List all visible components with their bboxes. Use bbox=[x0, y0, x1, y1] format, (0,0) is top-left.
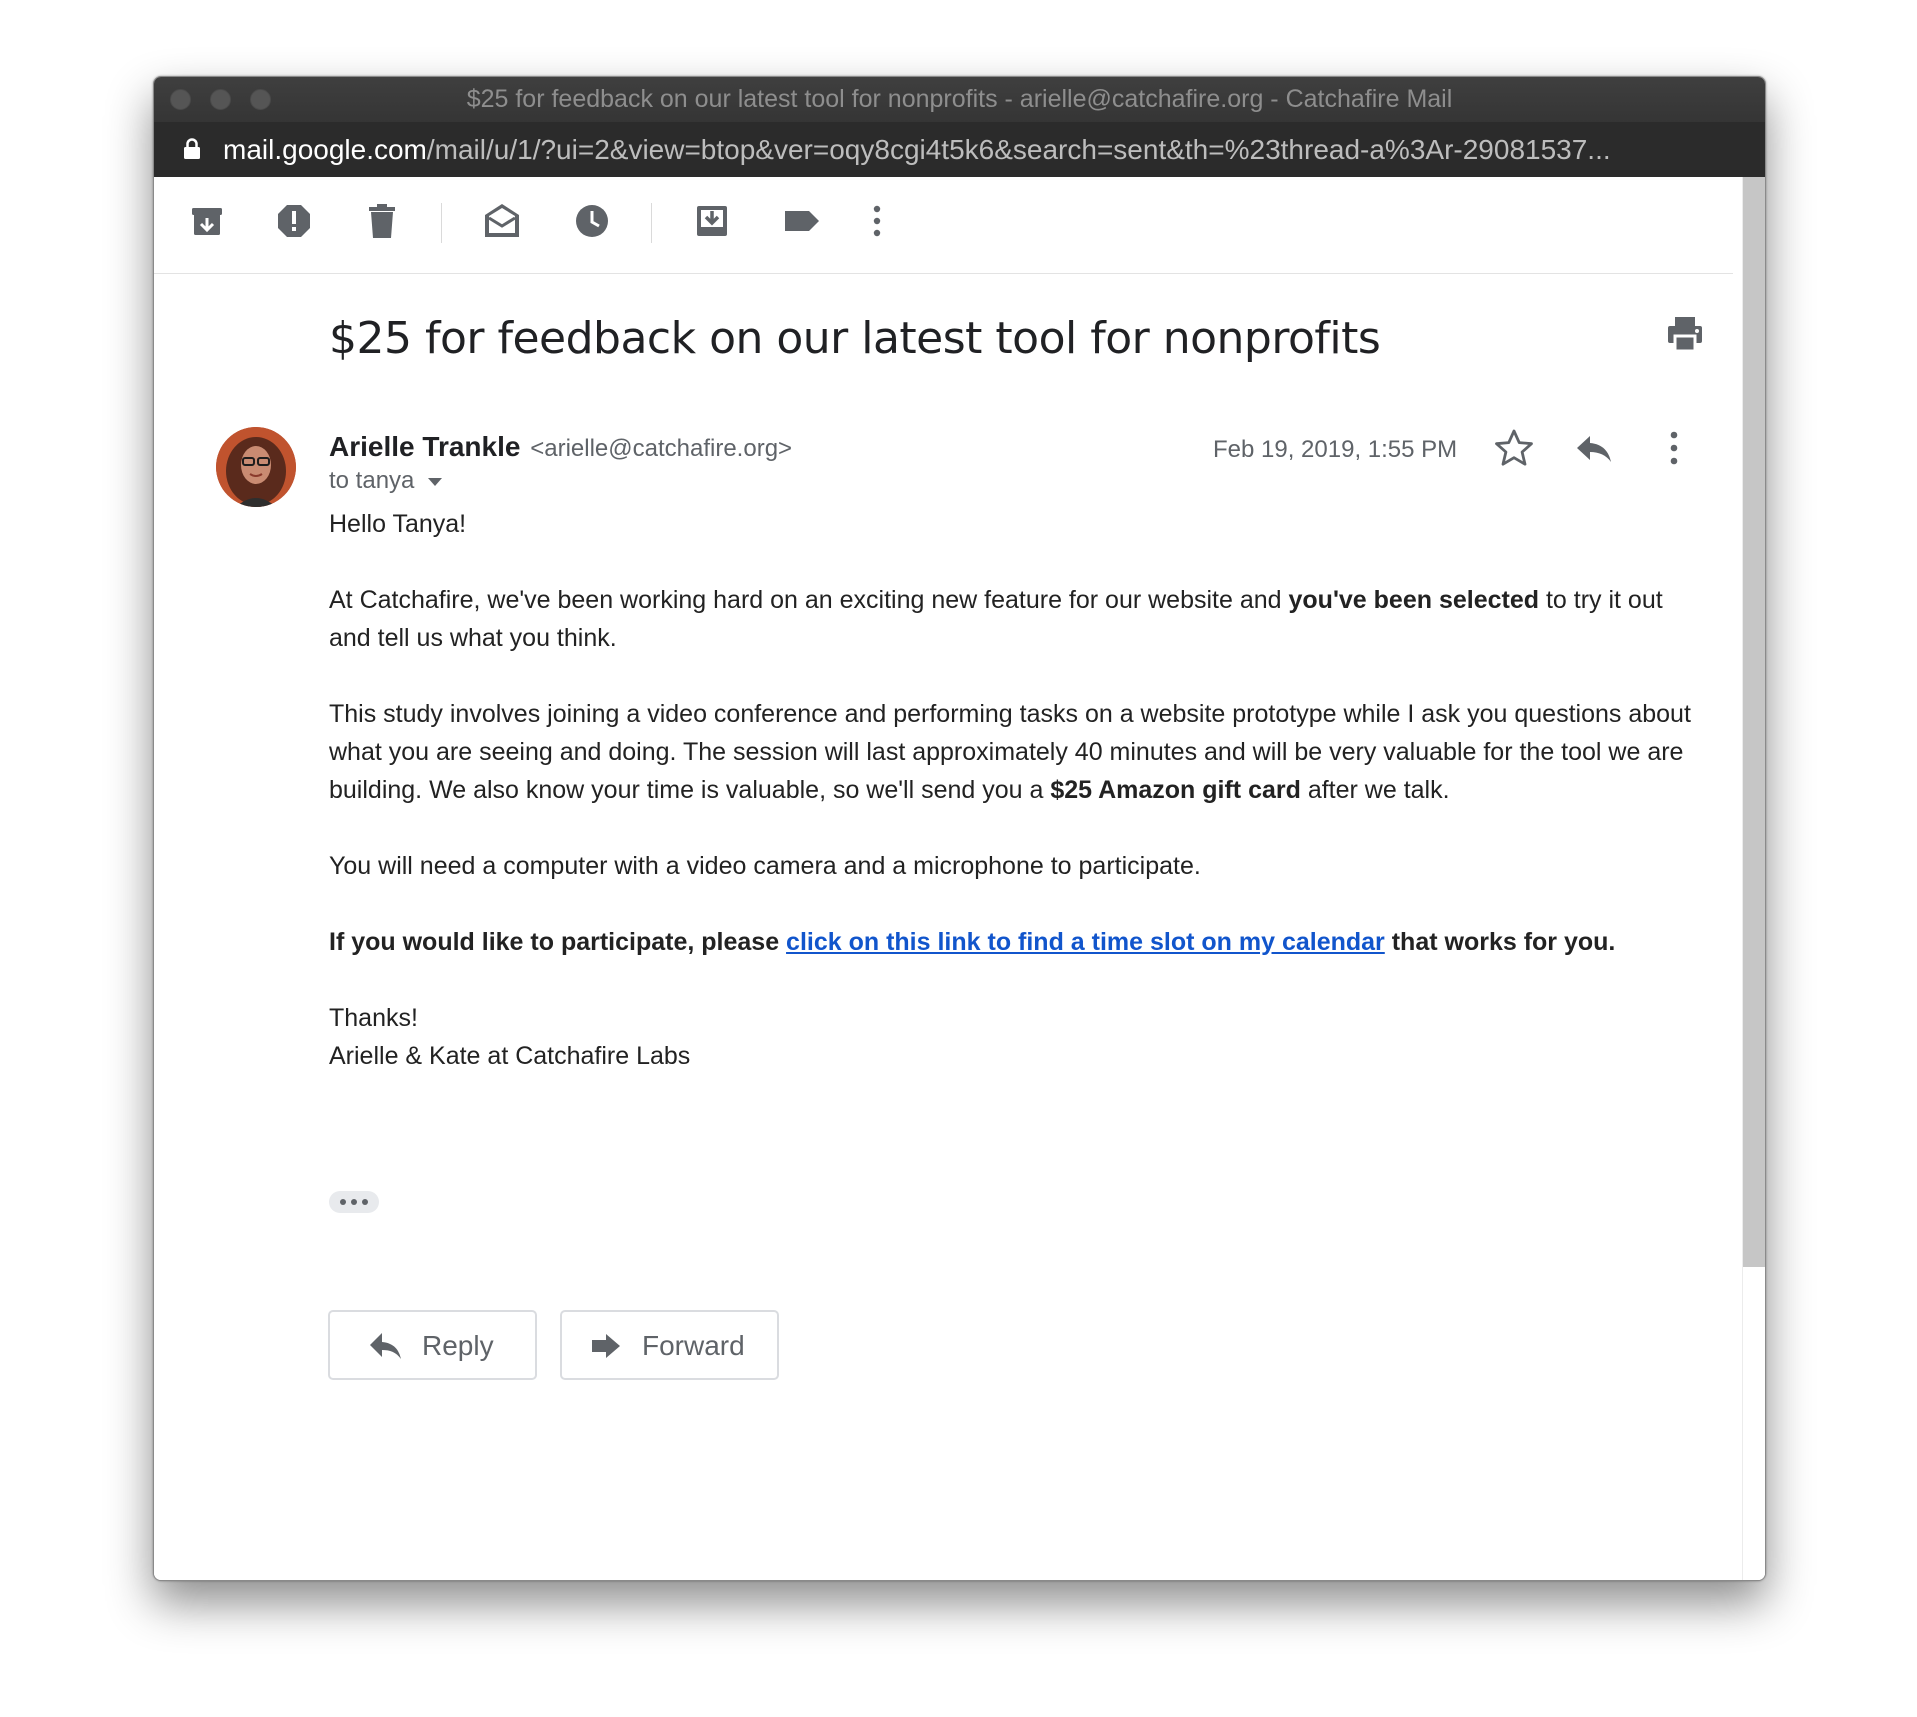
recipient-details-caret-icon[interactable] bbox=[428, 477, 443, 486]
recipient-line: to tanya bbox=[329, 467, 443, 495]
delete-icon[interactable] bbox=[362, 201, 402, 241]
close-window-button[interactable] bbox=[170, 89, 191, 110]
sender-name[interactable]: Arielle Trankle bbox=[329, 431, 520, 462]
archive-icon[interactable] bbox=[187, 201, 227, 241]
email-body: Hello Tanya! At Catchafire, we've been w… bbox=[329, 505, 1699, 1075]
label-icon[interactable] bbox=[782, 201, 822, 241]
window-title: $25 for feedback on our latest tool for … bbox=[466, 85, 1453, 113]
title-bar: $25 for feedback on our latest tool for … bbox=[154, 77, 1765, 122]
url-path: /mail/u/1/?ui=2&view=btop&ver=oqy8cgi4t5… bbox=[426, 134, 1611, 165]
lock-icon bbox=[184, 138, 200, 159]
body-paragraph: You will need a computer with a video ca… bbox=[329, 852, 1201, 880]
calendar-link[interactable]: click on this link to find a time slot o… bbox=[786, 928, 1385, 956]
signature: Thanks! Arielle & Kate at Catchafire Labs bbox=[329, 999, 1699, 1075]
greeting: Hello Tanya! bbox=[329, 510, 467, 538]
reply-icon[interactable] bbox=[1573, 427, 1615, 469]
show-trimmed-content-button[interactable] bbox=[329, 1191, 379, 1213]
move-to-icon[interactable] bbox=[692, 201, 732, 241]
address-bar[interactable]: mail.google.com/mail/u/1/?ui=2&view=btop… bbox=[154, 122, 1765, 177]
forward-button[interactable]: Forward bbox=[560, 1310, 779, 1380]
more-options-icon[interactable] bbox=[1653, 427, 1695, 469]
url-text[interactable]: mail.google.com/mail/u/1/?ui=2&view=btop… bbox=[223, 122, 1735, 177]
zoom-window-button[interactable] bbox=[250, 89, 271, 110]
scrollbar-thumb[interactable] bbox=[1743, 177, 1765, 1267]
mail-content: $25 for feedback on our latest tool for … bbox=[154, 177, 1765, 1580]
signature-line: Thanks! bbox=[329, 1004, 418, 1032]
toolbar-divider bbox=[441, 203, 442, 243]
body-paragraph: If you would like to participate, please… bbox=[329, 928, 1616, 956]
email-subject: $25 for feedback on our latest tool for … bbox=[329, 313, 1381, 364]
print-icon[interactable] bbox=[1665, 314, 1705, 354]
forward-label: Forward bbox=[642, 1330, 745, 1361]
recipient-label: to tanya bbox=[329, 467, 415, 494]
minimize-window-button[interactable] bbox=[210, 89, 231, 110]
browser-window: $25 for feedback on our latest tool for … bbox=[153, 76, 1766, 1581]
reply-button[interactable]: Reply bbox=[328, 1310, 537, 1380]
star-icon[interactable] bbox=[1493, 427, 1535, 469]
avatar[interactable] bbox=[216, 427, 296, 507]
message-toolbar bbox=[154, 177, 1733, 274]
reply-label: Reply bbox=[422, 1330, 494, 1361]
sender-email: <arielle@catchafire.org> bbox=[530, 435, 793, 462]
toolbar-divider bbox=[651, 203, 652, 243]
more-icon[interactable] bbox=[857, 201, 897, 241]
snooze-icon[interactable] bbox=[572, 201, 612, 241]
email-date: Feb 19, 2019, 1:55 PM bbox=[1213, 436, 1458, 463]
body-paragraph: At Catchafire, we've been working hard o… bbox=[329, 586, 1663, 652]
signature-line: Arielle & Kate at Catchafire Labs bbox=[329, 1042, 691, 1070]
sender-line: Arielle Trankle <arielle@catchafire.org> bbox=[329, 431, 792, 463]
forward-icon bbox=[592, 1334, 620, 1358]
reply-icon bbox=[370, 1333, 401, 1359]
url-domain: mail.google.com bbox=[223, 134, 427, 165]
body-paragraph: This study involves joining a video conf… bbox=[329, 700, 1691, 804]
report-spam-icon[interactable] bbox=[274, 201, 314, 241]
mark-unread-icon[interactable] bbox=[482, 201, 522, 241]
